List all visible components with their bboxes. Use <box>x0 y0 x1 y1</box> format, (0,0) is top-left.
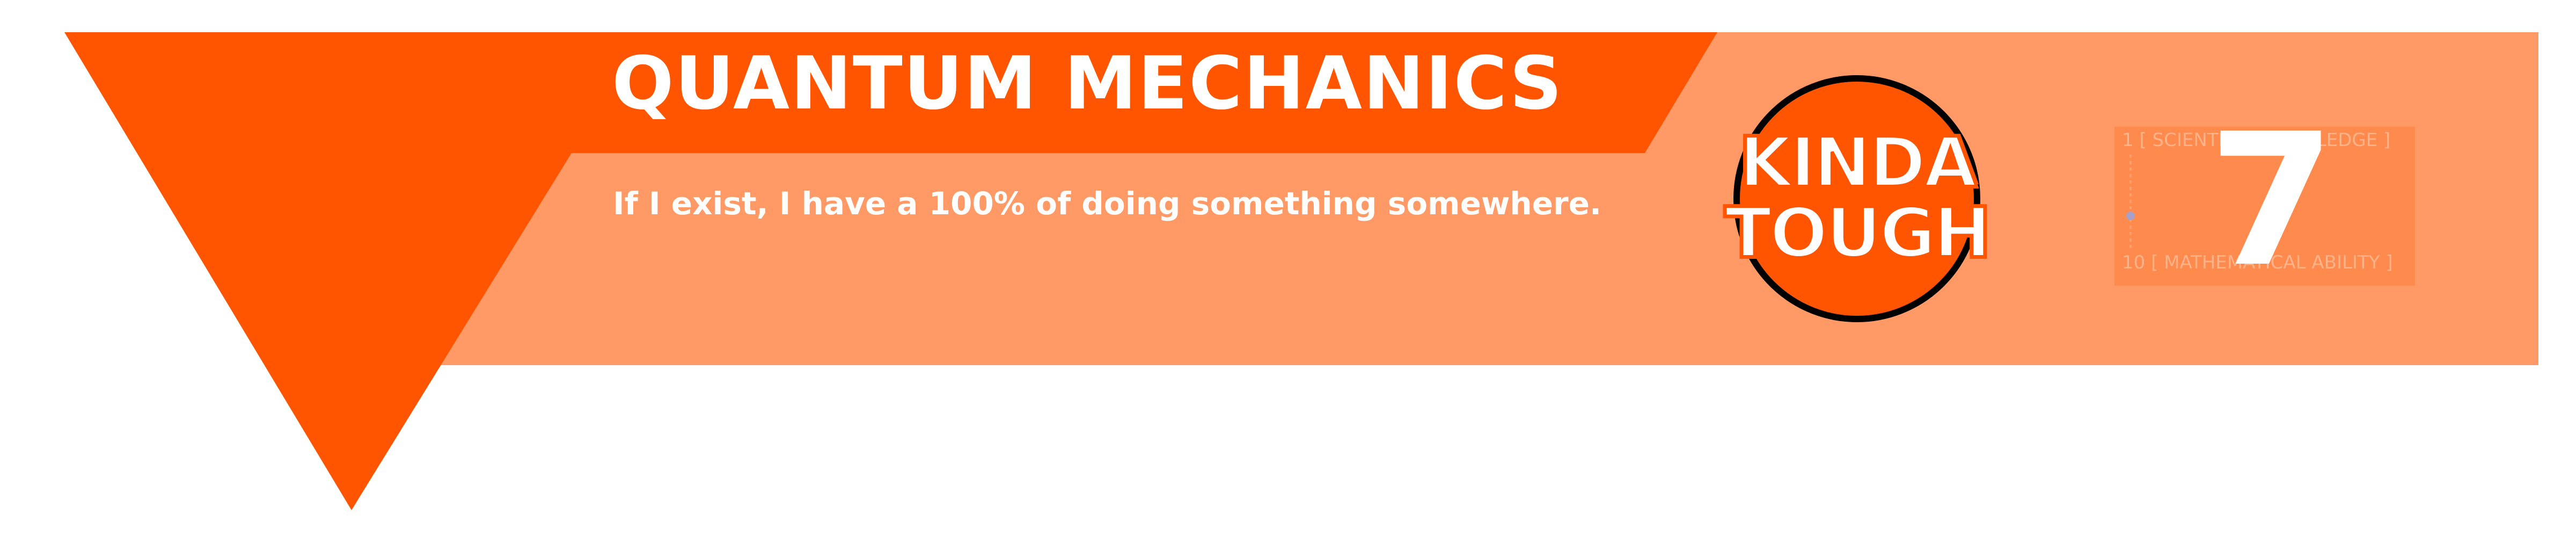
difficulty-score: 7 <box>2208 95 2336 307</box>
difficulty-scale-panel: 1 [ SCIENTIFIC KNOWLEDGE ] 10 [ MATHEMAT… <box>2114 110 2415 292</box>
scale-track <box>2129 155 2132 251</box>
topic-title: QUANTUM MECHANICS <box>612 41 1563 126</box>
difficulty-badge-line-1: KINDA <box>1737 123 1978 204</box>
difficulty-badge: KINDA TOUGH <box>1723 75 1993 322</box>
topic-subtitle: If I exist, I have a 100% of doing somet… <box>613 185 1602 222</box>
difficulty-badge-line-2: TOUGH <box>1723 193 1993 273</box>
scale-marker <box>2126 212 2135 220</box>
